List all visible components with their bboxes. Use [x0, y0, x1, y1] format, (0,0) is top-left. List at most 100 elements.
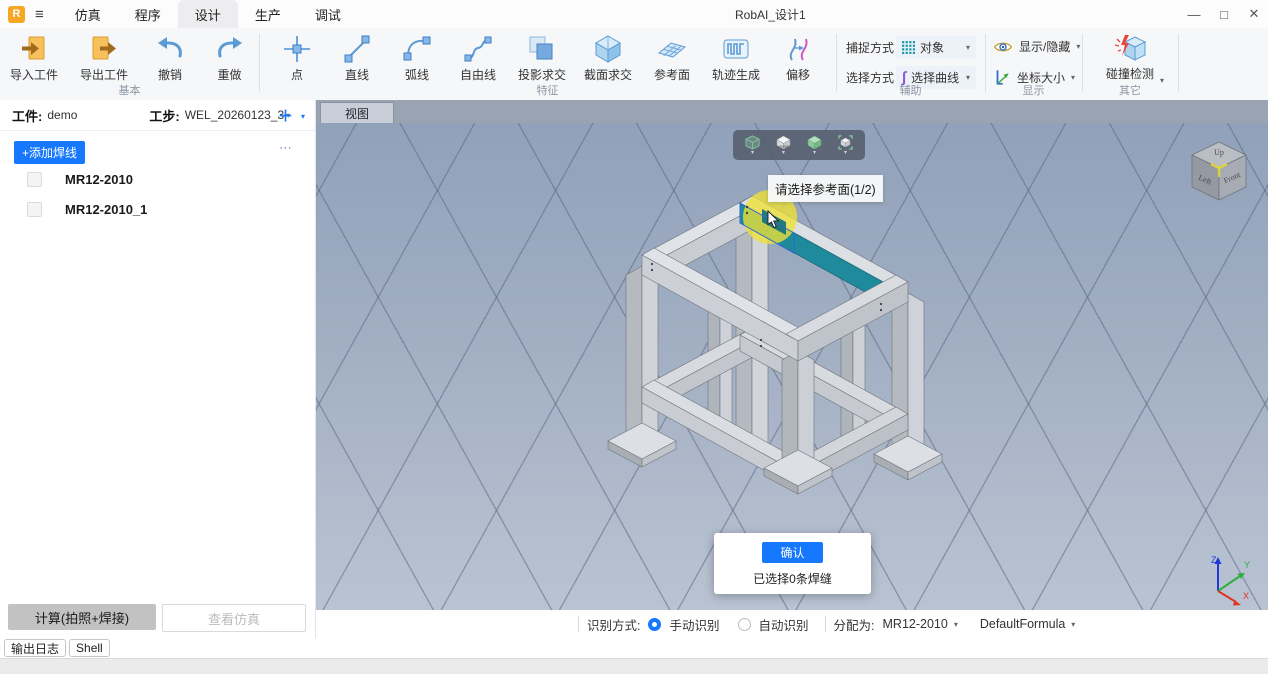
close-button[interactable]: ✕ — [1246, 6, 1262, 22]
select-mode-button[interactable]: ▾ — [837, 135, 854, 156]
trajectory-generate-button[interactable]: 轨迹生成 — [703, 32, 769, 83]
export-workpiece-button[interactable]: 导出工件 — [68, 32, 140, 83]
import-workpiece-icon — [19, 34, 49, 64]
shaded-mode-button[interactable]: ▾ — [806, 135, 823, 156]
add-step-button[interactable]: ＋ — [278, 105, 293, 126]
item-name: MR12-2010_1 — [65, 202, 147, 217]
ribbon-group-aux: 捕捉方式 对象 ▾ 选择方式 ∫ 选择曲线 ▾ 辅助 — [836, 28, 985, 100]
tab-production[interactable]: 生产 — [238, 0, 298, 28]
ribbon-toolbar: 导入工件 导出工件 撤销 重做 基本 — [0, 28, 1268, 101]
compute-button[interactable]: 计算(拍照+焊接) — [8, 604, 156, 630]
confirm-dialog: 确认 已选择0条焊缝 — [714, 533, 871, 594]
output-log-tab[interactable]: 输出日志 — [4, 639, 66, 657]
selection-tooltip: 请选择参考面(1/2) — [768, 175, 883, 202]
chevron-down-icon: ▾ — [813, 150, 816, 156]
divider — [825, 616, 826, 632]
add-weld-line-button[interactable]: +添加焊线 — [14, 141, 85, 164]
import-workpiece-button[interactable]: 导入工件 — [0, 32, 68, 83]
formula-select[interactable]: DefaultFormula ▾ — [980, 617, 1075, 631]
redo-button[interactable]: 重做 — [200, 32, 259, 83]
hamburger-menu-icon[interactable]: ≡ — [35, 6, 44, 23]
line-button[interactable]: 直线 — [327, 32, 387, 83]
projection-intersect-button[interactable]: 投影求交 — [509, 32, 575, 83]
selection-status-text: 已选择0条焊缝 — [714, 570, 871, 587]
z-axis-label: Z — [1211, 555, 1217, 565]
trajectory-generate-icon — [721, 34, 751, 64]
eye-icon — [993, 40, 1013, 54]
arc-icon — [402, 34, 432, 64]
auto-recognition-label[interactable]: 自动识别 — [759, 615, 809, 634]
workpiece-value: demo — [47, 108, 77, 122]
manual-recognition-label[interactable]: 手动识别 — [669, 615, 719, 634]
y-axis-label: Y — [1244, 560, 1250, 570]
freeline-button[interactable]: 自由线 — [447, 32, 509, 83]
solid-mode-button[interactable]: Solid ▾ — [775, 135, 792, 156]
status-strip — [0, 658, 1268, 674]
snap-mode-label: 捕捉方式 — [846, 39, 894, 56]
axes-triad: Z Y X — [1188, 553, 1252, 609]
sidebar: 工件: demo 工步: WEL_20260123_3 ▾ ＋ ▾ +添加焊线 … — [0, 100, 316, 638]
chevron-down-icon: ▾ — [1076, 42, 1080, 51]
sidebar-bottom-buttons: 计算(拍照+焊接) 查看仿真 — [0, 604, 323, 632]
arc-button[interactable]: 弧线 — [387, 32, 447, 83]
shell-tab[interactable]: Shell — [69, 639, 110, 657]
display-mode-toolbar: ▾ Solid ▾ ▾ ▾ — [733, 130, 865, 160]
line-icon — [342, 34, 372, 64]
item-name: MR12-2010 — [65, 172, 133, 187]
show-hide-button[interactable]: 显示/隐藏 ▾ — [993, 38, 1080, 55]
wireframe-mode-button[interactable]: ▾ — [744, 135, 761, 156]
tab-debug[interactable]: 调试 — [298, 0, 358, 28]
object-grid-icon — [902, 41, 915, 54]
group-label-other: 其它 — [1082, 82, 1178, 98]
ribbon-separator — [1178, 34, 1179, 92]
chevron-down-icon: ▾ — [966, 73, 970, 82]
bottom-control-bar: 识别方式: 手动识别 自动识别 分配为: MR12-2010 ▾ Default… — [316, 610, 1268, 638]
view-tab[interactable]: 视图 — [320, 102, 394, 123]
tab-simulation[interactable]: 仿真 — [58, 0, 118, 28]
collision-detect-button[interactable]: 碰撞检测 — [1082, 28, 1178, 82]
maximize-button[interactable]: □ — [1216, 7, 1232, 22]
step-selector[interactable]: WEL_20260123_3 — [185, 108, 284, 122]
tab-program[interactable]: 程序 — [118, 0, 178, 28]
chevron-down-icon[interactable]: ▾ — [301, 112, 305, 121]
freeline-icon — [463, 34, 493, 64]
confirm-button[interactable]: 确认 — [762, 542, 823, 563]
point-button[interactable]: 点 — [267, 32, 327, 83]
divider — [578, 616, 579, 632]
view-cube[interactable]: Up Left Front — [1186, 138, 1252, 208]
green-cube-icon — [806, 135, 823, 150]
item-checkbox[interactable] — [27, 202, 42, 217]
reference-plane-button[interactable]: 参考面 — [641, 32, 703, 83]
redo-icon — [215, 34, 245, 64]
undo-button[interactable]: 撤销 — [140, 32, 200, 83]
snap-mode-dropdown[interactable]: 对象 ▾ — [896, 36, 976, 59]
weld-list-item[interactable]: MR12-2010 — [0, 168, 315, 190]
tab-design[interactable]: 设计 — [178, 0, 238, 28]
assign-target-select[interactable]: MR12-2010 ▾ — [883, 617, 958, 631]
group-label-basic: 基本 — [0, 82, 259, 98]
collision-detect-icon — [1113, 33, 1147, 63]
section-intersect-button[interactable]: 截面求交 — [575, 32, 641, 83]
chevron-down-icon: ▾ — [1071, 73, 1075, 82]
offset-button[interactable]: 偏移 — [769, 32, 827, 83]
assign-to-label: 分配为: — [834, 615, 875, 634]
solid-cube-icon: Solid — [775, 135, 792, 150]
viewport: 视图 — [316, 100, 1268, 610]
more-options-icon[interactable]: ⋯ — [279, 140, 293, 156]
view-simulation-button[interactable]: 查看仿真 — [162, 604, 306, 632]
weld-list-item[interactable]: MR12-2010_1 — [0, 198, 315, 220]
group-label-display: 显示 — [985, 82, 1082, 98]
viewport-tab-strip: 视图 — [316, 100, 1268, 124]
item-checkbox[interactable] — [27, 172, 42, 187]
chevron-down-icon: ▾ — [954, 620, 958, 629]
select-cube-icon — [837, 135, 854, 150]
minimize-button[interactable]: — — [1186, 7, 1202, 22]
auto-recognition-radio[interactable] — [738, 618, 751, 631]
viewcube-up-label[interactable]: Up — [1214, 148, 1224, 157]
chevron-down-icon: ▾ — [751, 150, 754, 156]
group-label-aux: 辅助 — [836, 82, 985, 98]
scene-3d-canvas[interactable]: ▾ Solid ▾ ▾ ▾ 请选择参考面(1/2) — [316, 123, 1268, 610]
menu-tabs: 仿真 程序 设计 生产 调试 — [58, 0, 358, 28]
ribbon-group-display: 显示/隐藏 ▾ 坐标大小 ▾ 显示 — [985, 28, 1082, 100]
manual-recognition-radio[interactable] — [648, 618, 661, 631]
